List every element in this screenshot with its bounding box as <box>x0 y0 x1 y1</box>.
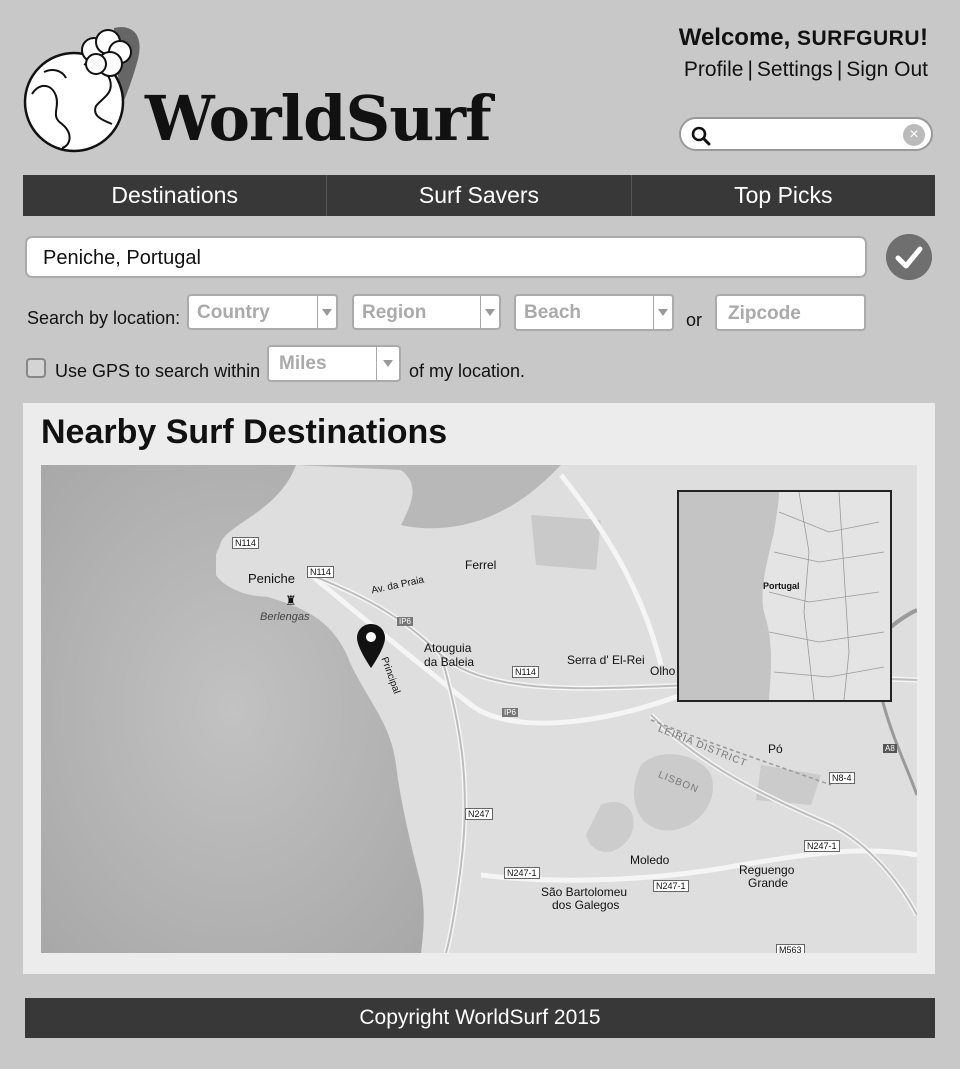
overview-map-inset[interactable]: Portugal <box>677 490 892 702</box>
gps-suffix-label: of my location. <box>409 361 526 381</box>
welcome-message: Welcome, SURFGURU! <box>679 24 928 52</box>
map-place-label: São Bartolomeu <box>541 885 628 899</box>
country-select-value: Country <box>197 302 270 323</box>
chevron-down-icon <box>376 347 399 380</box>
country-select[interactable]: Country <box>187 294 338 330</box>
road-shield: A8 <box>883 744 897 753</box>
road-shield: N247 <box>465 808 493 820</box>
miles-select[interactable]: Miles <box>267 345 401 382</box>
map-place-label: da Baleia <box>424 655 475 669</box>
main-nav: Destinations Surf Savers Top Picks <box>23 175 935 216</box>
settings-link[interactable]: Settings <box>757 58 833 81</box>
region-select-value: Region <box>362 302 427 323</box>
chevron-down-icon <box>480 296 499 328</box>
map-place-label: Grande <box>748 876 789 890</box>
gps-checkbox[interactable] <box>26 358 46 378</box>
map-place-label: Moledo <box>630 853 670 867</box>
location-search-box[interactable] <box>25 236 867 278</box>
map-place-label: Atouguia <box>424 641 472 655</box>
map-place-label: Peniche <box>248 571 295 586</box>
road-shield: N114 <box>232 537 259 549</box>
header-search-box[interactable]: × <box>679 117 933 151</box>
road-shield: M563 <box>776 944 805 953</box>
road-shield: N247-1 <box>653 880 689 892</box>
road-shield: IP6 <box>397 617 414 626</box>
region-select[interactable]: Region <box>352 294 501 330</box>
nav-destinations[interactable]: Destinations <box>23 175 326 216</box>
road-shield: N8-4 <box>829 772 855 784</box>
sign-out-link[interactable]: Sign Out <box>846 58 928 81</box>
road-shield: N247-1 <box>504 867 540 879</box>
map-place-label: Pó <box>768 742 783 756</box>
map-place-label: Ferrel <box>465 558 497 572</box>
welcome-prefix: Welcome, <box>678 24 791 51</box>
berlengas-icon: ♜ <box>285 593 297 608</box>
road-shield: N247-1 <box>804 840 840 852</box>
link-separator: | <box>836 58 843 81</box>
beach-select-value: Beach <box>524 302 582 323</box>
nav-surf-savers[interactable]: Surf Savers <box>326 175 630 216</box>
location-pin-icon[interactable] <box>357 624 385 668</box>
chevron-down-icon <box>317 296 336 328</box>
welcome-suffix: ! <box>920 24 928 51</box>
beach-select[interactable]: Beach <box>514 294 674 331</box>
confirm-location-button[interactable] <box>886 234 932 280</box>
clear-search-icon[interactable]: × <box>903 124 925 146</box>
chevron-down-icon <box>653 296 672 329</box>
map-place-label: Reguengo <box>739 863 795 877</box>
user-links: Profile | Settings | Sign Out <box>684 58 928 82</box>
zipcode-box[interactable] <box>715 294 866 331</box>
nav-top-picks[interactable]: Top Picks <box>630 175 935 216</box>
road-shield: IP6 <box>502 708 519 717</box>
road-shield: N114 <box>512 666 539 678</box>
brand-name: WorldSurf <box>145 82 492 155</box>
road-shield: N114 <box>307 566 334 578</box>
location-input[interactable] <box>41 244 845 272</box>
map-place-label: Berlengas <box>260 611 310 623</box>
panel-title: Nearby Surf Destinations <box>41 413 448 451</box>
footer: Copyright WorldSurf 2015 <box>25 998 935 1038</box>
inset-country-label: Portugal <box>763 581 800 591</box>
search-icon <box>691 126 711 146</box>
zipcode-input[interactable] <box>726 301 860 327</box>
header-search-input[interactable] <box>717 122 901 148</box>
map-place-label: Serra d' El-Rei <box>567 653 645 667</box>
miles-select-value: Miles <box>279 353 327 374</box>
inset-map-canvas <box>679 492 890 700</box>
link-separator: | <box>747 58 753 81</box>
map-place-label: dos Galegos <box>552 898 620 912</box>
or-label: or <box>686 310 703 330</box>
search-by-location-label: Search by location: <box>27 308 181 328</box>
username: SURFGURU <box>797 27 920 50</box>
gps-label: Use GPS to search within <box>55 361 261 381</box>
profile-link[interactable]: Profile <box>684 58 744 81</box>
map-place-label: Olho <box>650 664 676 678</box>
